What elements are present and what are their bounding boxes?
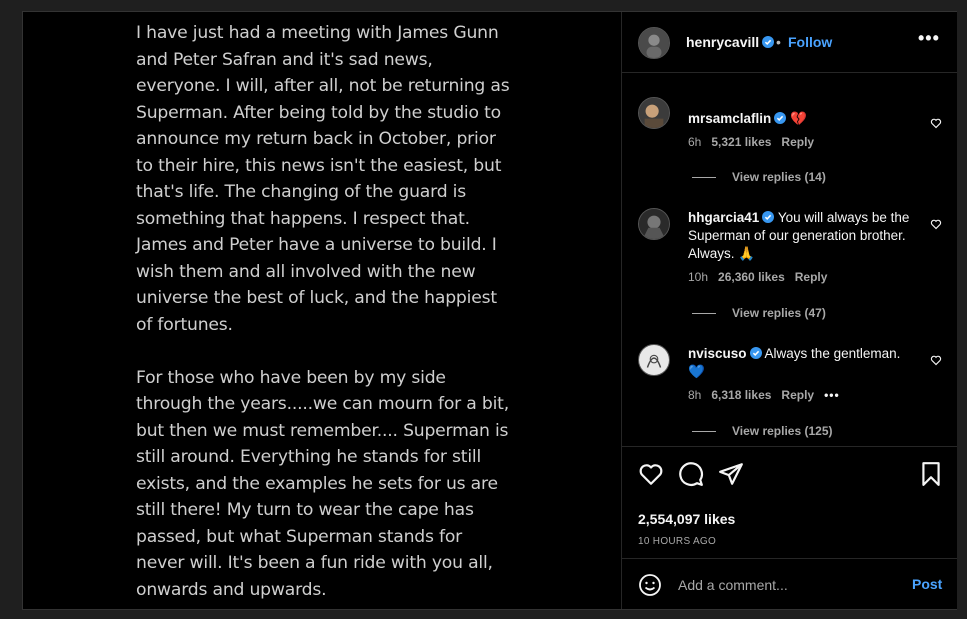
comments-panel: henrycavill • Follow ••• mrsamclaflin 💔 …	[621, 12, 957, 609]
emoji-icon[interactable]	[638, 573, 662, 597]
verified-badge-icon	[762, 211, 775, 223]
verified-badge-icon	[774, 112, 787, 124]
verified-badge-icon	[762, 36, 775, 48]
comment-username[interactable]: hhgarcia41	[688, 210, 759, 225]
comment-content: 💔	[790, 111, 807, 126]
reply-button[interactable]: Reply	[781, 135, 814, 149]
author-username[interactable]: henrycavill	[686, 34, 775, 50]
comment-age: 10h	[688, 270, 709, 284]
comment-text: mrsamclaflin 💔	[688, 110, 916, 128]
post-modal: I have just had a meeting with James Gun…	[22, 11, 957, 610]
comment-heart-icon[interactable]	[930, 218, 942, 230]
view-replies-button[interactable]: View replies (47)	[692, 306, 826, 320]
avatar[interactable]	[638, 344, 670, 376]
comment-meta: 6h 5,321 likes Reply	[688, 135, 824, 149]
follow-button[interactable]: Follow	[788, 34, 832, 50]
view-replies-button[interactable]: View replies (125)	[692, 424, 833, 438]
comment-heart-icon[interactable]	[930, 354, 942, 366]
comment-meta: 8h 6,318 likes Reply •••	[688, 388, 850, 402]
like-heart-icon[interactable]	[638, 461, 664, 487]
comment-likes[interactable]: 26,360 likes	[718, 270, 785, 284]
reply-button[interactable]: Reply	[781, 388, 814, 402]
post-image: I have just had a meeting with James Gun…	[23, 12, 621, 609]
comment-text: hhgarcia41 You will always be the Superm…	[688, 209, 916, 263]
post-actions: 2,554,097 likes 10 HOURS AGO	[622, 446, 957, 559]
comment-more-icon[interactable]: •••	[824, 388, 840, 402]
comment-icon[interactable]	[678, 461, 704, 487]
author-username-text[interactable]: henrycavill	[686, 34, 759, 50]
bookmark-icon[interactable]	[918, 461, 944, 487]
comment-likes[interactable]: 5,321 likes	[711, 135, 771, 149]
post-header: henrycavill • Follow •••	[622, 12, 957, 73]
share-icon[interactable]	[718, 461, 744, 487]
post-comment-button[interactable]: Post	[912, 576, 942, 592]
verified-badge-icon	[749, 347, 762, 359]
more-options-icon[interactable]: •••	[918, 28, 940, 49]
comment-input[interactable]	[676, 573, 900, 597]
comment-heart-icon[interactable]	[930, 117, 942, 129]
comment-age: 8h	[688, 388, 702, 402]
comment-username[interactable]: nviscuso	[688, 346, 747, 361]
separator-dot: •	[776, 34, 781, 50]
comment-age: 6h	[688, 135, 702, 149]
view-replies-button[interactable]: View replies (14)	[692, 170, 826, 184]
reply-button[interactable]: Reply	[795, 270, 828, 284]
avatar[interactable]	[638, 97, 670, 129]
comment-meta: 10h 26,360 likes Reply	[688, 270, 837, 284]
comment-list: mrsamclaflin 💔 6h 5,321 likes Reply View r…	[622, 73, 957, 446]
add-comment-bar: Post	[622, 558, 957, 610]
avatar[interactable]	[638, 208, 670, 240]
avatar[interactable]	[638, 27, 670, 59]
comment-likes[interactable]: 6,318 likes	[711, 388, 771, 402]
post-image-text: I have just had a meeting with James Gun…	[136, 23, 510, 600]
post-timestamp: 10 HOURS AGO	[638, 536, 717, 547]
comment-username[interactable]: mrsamclaflin	[688, 111, 771, 126]
comment-text: nviscuso Always the gentleman. 💙	[688, 345, 916, 381]
likes-count[interactable]: 2,554,097 likes	[638, 511, 735, 527]
